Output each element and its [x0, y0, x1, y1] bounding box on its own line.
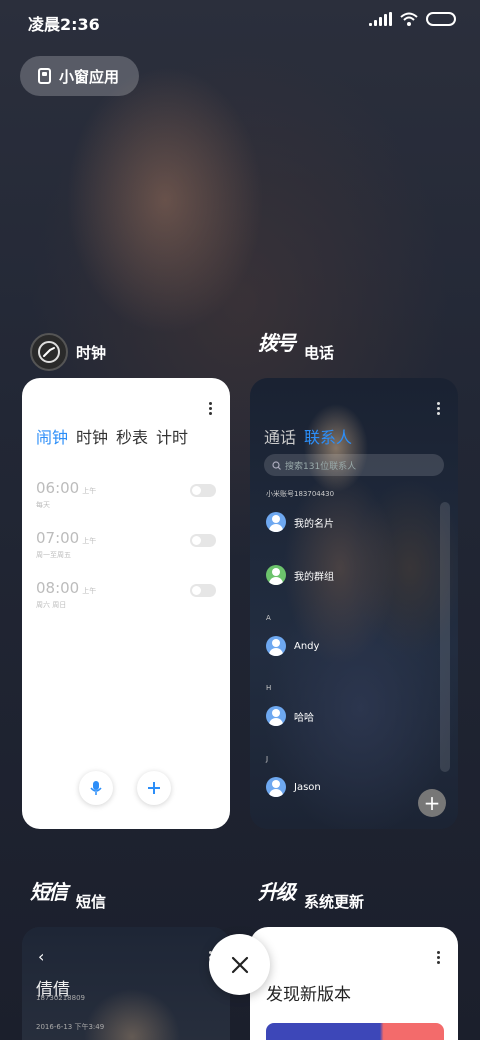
phone-app-name: 电话: [304, 343, 335, 362]
my-groups-item[interactable]: 我的群组: [266, 565, 334, 585]
alarm-repeat: 周一至周五: [36, 551, 71, 559]
contact-item[interactable]: Andy: [266, 636, 319, 656]
voice-alarm-button[interactable]: [79, 771, 113, 805]
tab-contacts[interactable]: 联系人: [304, 424, 352, 448]
tab-calls[interactable]: 通话: [264, 424, 296, 448]
alarm-ampm: 上午: [82, 487, 97, 495]
section-letter: H: [266, 684, 272, 692]
small-window-icon: [38, 68, 51, 84]
contact-name: 哈哈: [294, 712, 314, 724]
alphabet-index-scrollbar[interactable]: [440, 502, 450, 772]
contact-name: Jason: [294, 781, 321, 793]
signal-icon: [369, 12, 392, 26]
phone-app-icon-text: 拨号: [258, 331, 296, 355]
alarm-item[interactable]: 06:00 上午 每天: [36, 478, 216, 510]
more-options-icon[interactable]: [209, 402, 212, 415]
plus-icon: [148, 782, 160, 794]
tab-alarm[interactable]: 闹钟: [36, 424, 68, 448]
small-window-apps-button[interactable]: 小窗应用: [20, 56, 139, 96]
add-contact-button[interactable]: +: [418, 789, 446, 817]
sms-app-icon: 短信: [30, 882, 68, 920]
sms-app-card[interactable]: ‹ 倩倩 18730218809 2016-6-13 下午3:49: [22, 927, 230, 1040]
clock-app-header[interactable]: 时钟: [30, 333, 106, 371]
contact-search-input[interactable]: 搜索131位联系人: [264, 454, 444, 476]
wifi-icon: [400, 12, 418, 26]
contact-name: Andy: [294, 640, 320, 652]
account-label: 小米账号183704430: [266, 490, 335, 498]
tab-clock[interactable]: 时钟: [76, 424, 108, 448]
alarm-toggle[interactable]: [190, 584, 216, 597]
contact-name: 我的名片: [294, 518, 334, 530]
phone-app-header[interactable]: 拨号 电话: [258, 333, 334, 371]
alarm-repeat: 周六 周日: [36, 601, 67, 609]
alarm-item[interactable]: 08:00 上午 周六 周日: [36, 578, 216, 610]
alarm-ampm: 上午: [82, 587, 97, 595]
alarm-time: 08:00: [36, 579, 80, 597]
update-title: 发现新版本: [266, 985, 351, 1005]
update-app-name: 系统更新: [304, 892, 365, 911]
contact-item[interactable]: Jason: [266, 777, 321, 797]
sms-message-date: 2016-6-13 下午3:49: [36, 1023, 105, 1031]
contact-item[interactable]: 哈哈: [266, 706, 314, 726]
phone-app-icon: 拨号: [258, 333, 296, 371]
close-icon: [231, 956, 248, 973]
alarm-toggle[interactable]: [190, 484, 216, 497]
sms-app-icon-text: 短信: [30, 880, 68, 904]
back-icon[interactable]: ‹: [38, 947, 44, 966]
status-icons: [369, 12, 456, 26]
more-options-icon[interactable]: [437, 951, 440, 964]
phone-tabs: 通话 联系人: [264, 424, 352, 448]
alarm-repeat: 每天: [36, 501, 50, 509]
clock-app-name: 时钟: [76, 343, 107, 362]
section-letter: A: [266, 614, 271, 622]
my-card-item[interactable]: 我的名片: [266, 512, 334, 532]
avatar: [266, 512, 286, 532]
battery-icon: [426, 12, 456, 26]
small-window-label: 小窗应用: [59, 67, 120, 86]
update-banner: [266, 1023, 444, 1040]
search-placeholder: 搜索131位联系人: [285, 461, 357, 472]
clear-all-button[interactable]: [209, 934, 270, 995]
clock-app-icon: [30, 333, 68, 371]
avatar: [266, 706, 286, 726]
sms-app-name: 短信: [76, 892, 107, 911]
clock-tabs: 闹钟 时钟 秒表 计时: [36, 424, 188, 448]
tab-timer[interactable]: 计时: [156, 424, 188, 448]
update-app-header[interactable]: 升级 系统更新: [258, 882, 364, 920]
add-alarm-button[interactable]: [137, 771, 171, 805]
section-letter: J: [266, 755, 269, 763]
alarm-time: 06:00: [36, 479, 80, 497]
alarm-item[interactable]: 07:00 上午 周一至周五: [36, 528, 216, 560]
avatar: [266, 636, 286, 656]
search-icon: [272, 460, 281, 470]
alarm-toggle[interactable]: [190, 534, 216, 547]
more-options-icon[interactable]: [437, 402, 440, 415]
contact-name: 我的群组: [294, 571, 334, 583]
microphone-icon: [90, 781, 102, 795]
sms-app-header[interactable]: 短信 短信: [30, 882, 106, 920]
status-bar: 凌晨2:36: [0, 0, 480, 42]
update-app-icon: 升级: [258, 882, 296, 920]
alarm-time: 07:00: [36, 529, 80, 547]
update-app-card[interactable]: 发现新版本: [250, 927, 458, 1040]
tab-stopwatch[interactable]: 秒表: [116, 424, 148, 448]
avatar: [266, 565, 286, 585]
clock-app-card[interactable]: 闹钟 时钟 秒表 计时 06:00 上午 每天 07:00 上午 周一至周五 08:…: [22, 378, 230, 829]
phone-app-card[interactable]: 通话 联系人 搜索131位联系人 小米账号183704430 我的名片 我的群组…: [250, 378, 458, 829]
sms-contact-number: 18730218809: [36, 994, 85, 1002]
avatar: [266, 777, 286, 797]
alarm-ampm: 上午: [82, 537, 97, 545]
update-app-icon-text: 升级: [258, 880, 296, 904]
status-time: 凌晨2:36: [28, 15, 100, 34]
